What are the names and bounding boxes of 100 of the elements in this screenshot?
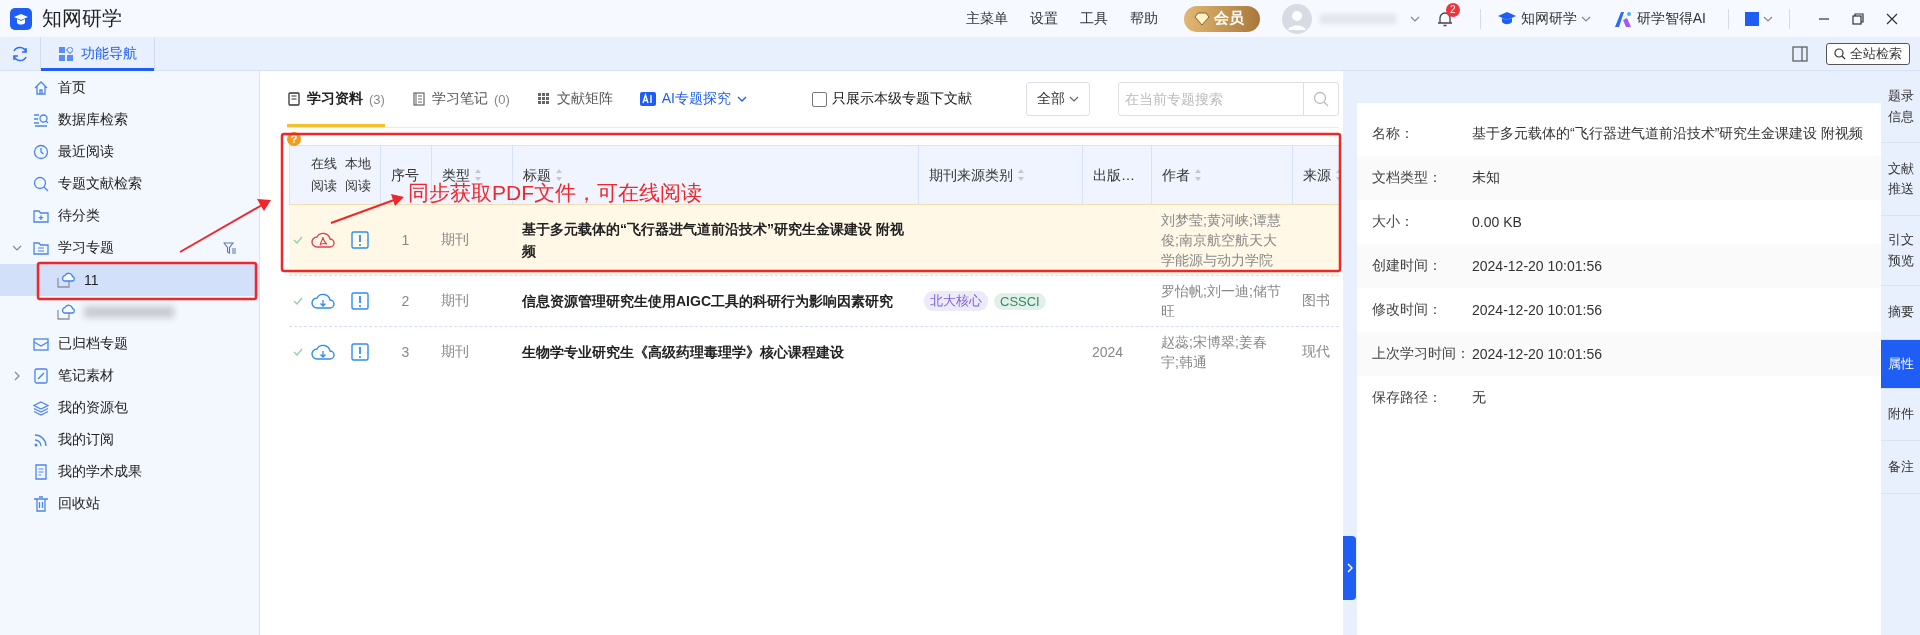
- menu-item[interactable]: 设置: [1029, 9, 1058, 28]
- search-icon: [1834, 47, 1846, 60]
- property-value: 2024-12-20 10:01:56: [1472, 346, 1602, 362]
- sidebar-item[interactable]: 11: [0, 264, 259, 296]
- content-tab[interactable]: 学习资料 (3): [287, 71, 385, 127]
- sidebar-item[interactable]: 回收站: [0, 488, 259, 520]
- table-cell-text: 生物学专业研究生《高级药理毒理学》核心课程建设: [522, 342, 844, 362]
- close-icon[interactable]: [1886, 12, 1898, 25]
- menu-item[interactable]: 主菜单: [965, 9, 1008, 28]
- panel-icon[interactable]: [1792, 45, 1808, 62]
- envelope-icon: [33, 336, 49, 352]
- local-file-icon[interactable]: [350, 291, 370, 311]
- sidebar-item[interactable]: 首页: [0, 72, 259, 104]
- folder-plus-icon: [33, 208, 49, 224]
- side-tab[interactable]: 属性: [1881, 340, 1920, 389]
- theme-color-icon[interactable]: [1745, 11, 1759, 26]
- column-header[interactable]: 在线阅读: [311, 152, 337, 198]
- chevron-down-icon: [737, 96, 747, 102]
- checkbox[interactable]: [812, 91, 827, 107]
- side-tab[interactable]: 文献推送: [1881, 143, 1920, 216]
- scope-dropdown[interactable]: 全部: [1026, 82, 1090, 116]
- sidebar-item[interactable]: 学习专题: [0, 232, 259, 264]
- search-icon[interactable]: [1313, 91, 1329, 107]
- filter-icon[interactable]: [223, 241, 237, 255]
- local-file-icon[interactable]: [350, 230, 370, 250]
- site-search-button[interactable]: 全站检索: [1826, 42, 1910, 65]
- cloud-download-icon[interactable]: [311, 291, 335, 311]
- pdf-cloud-icon[interactable]: [311, 230, 335, 250]
- collapse-handle[interactable]: [1343, 536, 1356, 600]
- property-value: 0.00 KB: [1472, 214, 1522, 230]
- content-tab[interactable]: 文献矩阵: [536, 71, 613, 127]
- table-cell: 2024: [1092, 344, 1124, 360]
- column-header[interactable]: 出版…: [1093, 168, 1135, 182]
- column-header[interactable]: 来源: [1303, 168, 1339, 182]
- sidebar-item[interactable]: 最近阅读: [0, 136, 259, 168]
- column-header[interactable]: 标题: [523, 168, 563, 182]
- cloud-folder-icon: [57, 304, 75, 320]
- table-row[interactable]: 1 期刊 基于多元载体的“飞行器进气道前沿技术”研究生金课建设 附视频 刘梦莹;黄河峡;谭慧俊;南京航空航天大学能源与动力学院: [289, 204, 1339, 275]
- table-cell-text: 3: [400, 343, 411, 362]
- folder-icon: [33, 240, 49, 256]
- product-switch[interactable]: 知网研学: [1496, 9, 1591, 28]
- chevron-down-icon[interactable]: [1409, 15, 1420, 22]
- search-field[interactable]: 在当前专题搜索: [1118, 82, 1339, 116]
- product-switch[interactable]: 研学智得AI: [1612, 9, 1706, 28]
- side-tab[interactable]: 引文预览: [1881, 216, 1920, 286]
- menu-item[interactable]: 工具: [1079, 9, 1108, 28]
- table-row[interactable]: 2 期刊 信息资源管理研究生使用AIGC工具的科研行为影响因素研究 北大核心 CSSCI 罗怡帆;刘一迪;储节旺 图书: [289, 275, 1339, 326]
- sidebar-item[interactable]: 我的学术成果: [0, 456, 259, 488]
- tag: 北大核心: [924, 291, 988, 311]
- menu-item[interactable]: 帮助: [1129, 9, 1158, 28]
- filter-checkbox[interactable]: 只展示本级专题下文献: [812, 90, 972, 108]
- chevron-down-icon[interactable]: [1763, 15, 1773, 22]
- property-label: 名称：: [1372, 125, 1415, 143]
- restore-icon[interactable]: [1852, 12, 1864, 25]
- sort-icon: [1017, 168, 1025, 182]
- notebook-icon: [411, 92, 426, 106]
- table-cell-text: 2: [400, 292, 411, 311]
- cloud-download-icon[interactable]: [311, 342, 335, 362]
- sidebar-item[interactable]: 我的资源包: [0, 392, 259, 424]
- table-cell-text: 赵蕊;宋博翠;姜春宇;韩通: [1161, 332, 1268, 372]
- sidebar-item[interactable]: 我的订阅: [0, 424, 259, 456]
- clock-icon: [33, 144, 49, 160]
- sidebar-item[interactable]: 待分类: [0, 200, 259, 232]
- home-icon: [33, 80, 49, 96]
- search-icon: [33, 176, 49, 192]
- grid-icon: [536, 92, 551, 106]
- column-header[interactable]: 期刊来源类别: [929, 168, 1025, 182]
- property-label: 保存路径：: [1372, 389, 1443, 407]
- sidebar-item[interactable]: 笔记素材: [0, 360, 259, 392]
- table-row[interactable]: 3 期刊 生物学专业研究生《高级药理毒理学》核心课程建设 2024 赵蕊;宋博翠;姜春宇;韩通 现代: [289, 326, 1339, 377]
- column-header[interactable]: 类型: [442, 168, 482, 182]
- refresh-icon[interactable]: [11, 44, 29, 63]
- table-cell-text: 期刊: [440, 291, 470, 310]
- ai-logo-icon: [1612, 9, 1633, 28]
- column-header[interactable]: 本地阅读: [345, 152, 371, 198]
- note-icon: [33, 368, 49, 384]
- chevron-down-icon[interactable]: [11, 245, 22, 251]
- property-value: 基于多元载体的“飞行器进气道前沿技术”研究生金课建设 附视频: [1472, 125, 1864, 143]
- property-label: 创建时间：: [1372, 257, 1443, 275]
- document-icon: [33, 464, 49, 480]
- column-header[interactable]: 序号: [391, 168, 419, 182]
- chevron-right-icon[interactable]: [13, 371, 20, 381]
- layers-icon: [33, 400, 49, 416]
- content-tab[interactable]: 学习笔记 (0): [411, 71, 510, 127]
- side-tab[interactable]: 附件: [1881, 389, 1920, 441]
- sidebar-item[interactable]: 已归档专题: [0, 328, 259, 360]
- notification-count: 2: [1445, 2, 1460, 17]
- table-cell-text: 罗怡帆;刘一迪;储节旺: [1161, 281, 1282, 321]
- sidebar-item[interactable]: 数据库检索: [0, 104, 259, 136]
- chevron-down-icon: [1580, 15, 1591, 22]
- content-tab[interactable]: AI专题探究: [639, 71, 747, 127]
- side-tab[interactable]: 题录信息: [1881, 71, 1920, 143]
- column-header[interactable]: 作者: [1162, 168, 1202, 182]
- sidebar-item[interactable]: 专题文献检索: [0, 168, 259, 200]
- property-value: 2024-12-20 10:01:56: [1472, 258, 1602, 274]
- local-file-icon[interactable]: [350, 342, 370, 362]
- side-tab[interactable]: 备注: [1881, 441, 1920, 494]
- apps-icon: [59, 46, 73, 61]
- table-cell-text: 期刊: [440, 342, 470, 361]
- diamond-icon: [1193, 11, 1210, 26]
